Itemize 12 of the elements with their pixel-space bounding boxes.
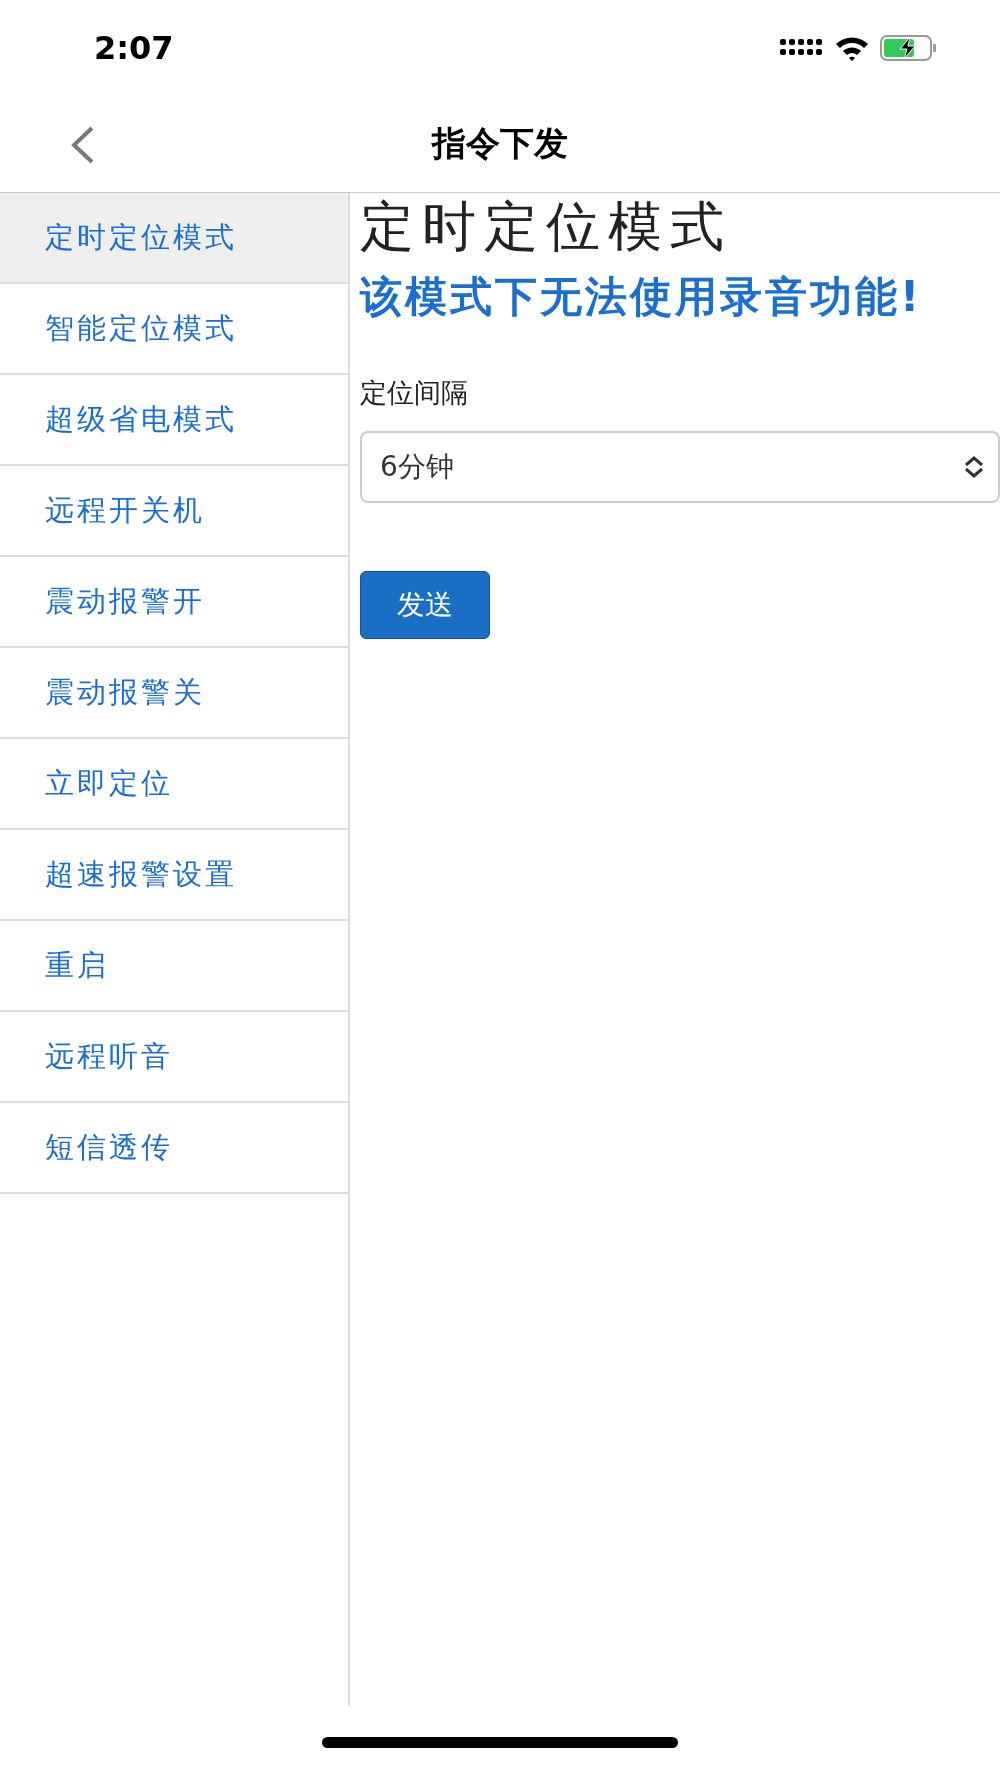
- mode-title: 定时定位模式: [360, 194, 733, 260]
- interval-select[interactable]: 6分钟: [360, 431, 1000, 503]
- sidebar-item[interactable]: 定时定位模式: [0, 193, 348, 284]
- wifi-icon: [834, 35, 870, 61]
- page-title: 指令下发: [432, 122, 568, 165]
- chevron-up-down-icon: [964, 455, 984, 479]
- battery-charging-icon: [880, 35, 938, 61]
- send-button[interactable]: 发送: [360, 571, 490, 639]
- field-label: 定位间隔: [360, 376, 469, 410]
- home-indicator[interactable]: [322, 1736, 678, 1748]
- status-time: 2:07: [94, 29, 174, 67]
- warning-text: 该模式下无法使用录音功能!: [360, 271, 924, 323]
